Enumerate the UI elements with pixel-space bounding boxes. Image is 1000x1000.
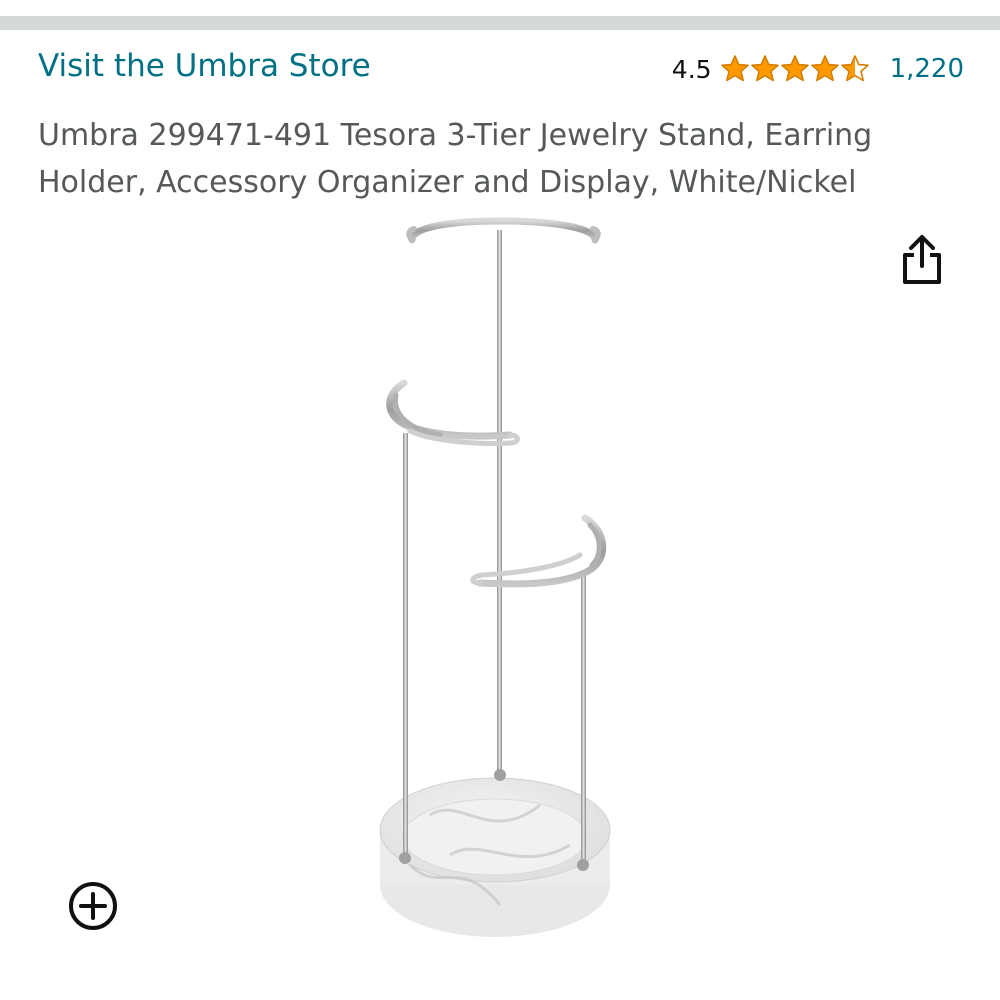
star-full-icon <box>720 55 749 82</box>
share-button[interactable] <box>896 234 948 290</box>
product-title: Umbra 299471-491 Tesora 3-Tier Jewelry S… <box>38 118 873 200</box>
star-full-icon <box>780 55 809 82</box>
star-half-icon <box>840 55 869 82</box>
rating-summary[interactable]: 4.5 1,220 <box>672 52 964 86</box>
review-count-link[interactable]: 1,220 <box>890 54 964 84</box>
zoom-button[interactable] <box>66 881 120 935</box>
top-divider-bar <box>0 16 1000 30</box>
star-rating <box>720 54 870 84</box>
star-full-icon <box>750 55 779 82</box>
product-image[interactable] <box>370 205 630 950</box>
share-icon <box>899 234 945 290</box>
zoom-in-plus-icon <box>67 880 119 936</box>
visit-store-link[interactable]: Visit the Umbra Store <box>38 46 371 86</box>
star-full-icon <box>810 55 839 82</box>
rating-value: 4.5 <box>671 54 712 84</box>
